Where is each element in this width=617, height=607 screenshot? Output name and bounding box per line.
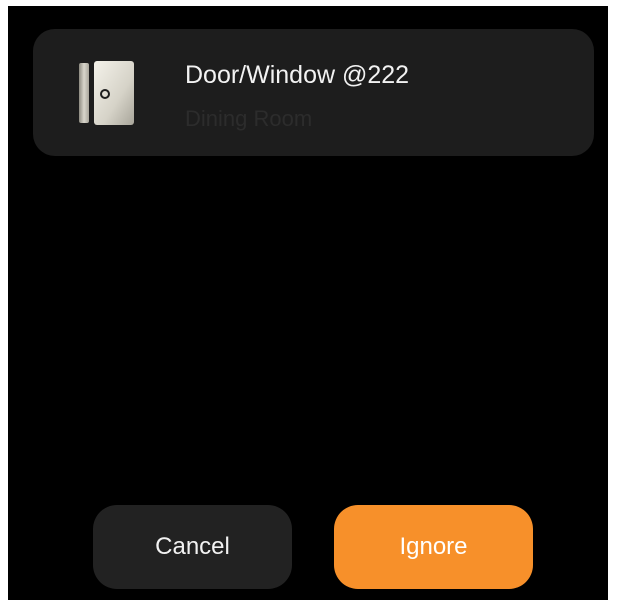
device-room: Dining Room [185,106,313,131]
device-card[interactable]: Door/Window @222 Dining Room [33,29,594,156]
door-window-sensor-icon [77,61,137,125]
ignore-button[interactable]: Ignore [334,505,533,589]
device-name: Door/Window @222 [185,61,410,89]
cancel-button[interactable]: Cancel [93,505,292,589]
dialog-screen: Door/Window @222 Dining Room Cancel Igno… [8,6,608,600]
